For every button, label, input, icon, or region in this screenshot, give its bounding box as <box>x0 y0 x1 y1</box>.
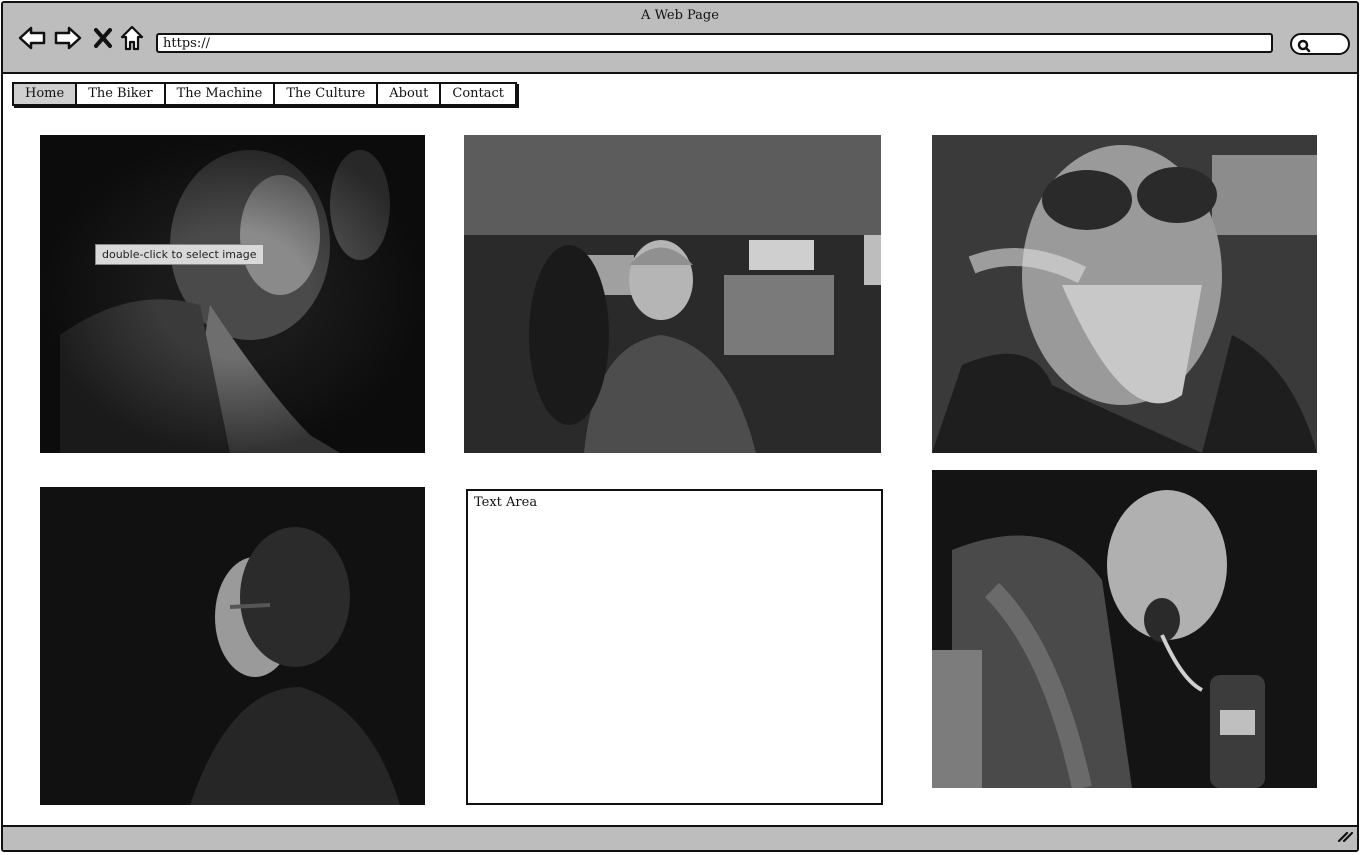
text-area[interactable]: Text Area <box>466 489 883 805</box>
browser-statusbar <box>3 825 1357 850</box>
forward-button[interactable] <box>53 23 83 53</box>
menu-item-the-culture[interactable]: The Culture <box>275 84 379 104</box>
back-arrow-icon <box>18 25 46 51</box>
stop-button[interactable] <box>88 23 118 53</box>
menu-item-home[interactable]: Home <box>14 84 78 104</box>
photo-man-sunglasses-smoking[interactable] <box>932 135 1317 453</box>
home-icon <box>120 25 144 51</box>
photo-man-glasses-profile[interactable] <box>40 487 425 805</box>
window-title: A Web Page <box>641 8 719 23</box>
photo-man-drinking-can[interactable] <box>932 470 1317 788</box>
navigation-menu: Home The Biker The Machine The Culture A… <box>12 82 518 106</box>
menu-item-the-biker[interactable]: The Biker <box>77 84 166 104</box>
browser-titlebar: A Web Page https:// <box>3 3 1357 74</box>
home-button[interactable] <box>117 23 147 53</box>
photo-bearded-man-profile[interactable] <box>40 135 425 453</box>
menu-item-the-machine[interactable]: The Machine <box>166 84 276 104</box>
menu-item-contact[interactable]: Contact <box>441 84 515 104</box>
close-icon <box>93 27 113 49</box>
text-area-label: Text Area <box>474 495 538 510</box>
address-bar[interactable]: https:// <box>156 33 1273 53</box>
menu-item-about[interactable]: About <box>378 84 442 104</box>
search-icon <box>1297 38 1311 57</box>
forward-arrow-icon <box>54 25 82 51</box>
back-button[interactable] <box>17 23 47 53</box>
search-input[interactable] <box>1290 33 1350 55</box>
photo-man-in-cap-workshop[interactable] <box>464 135 881 453</box>
select-image-tooltip: double-click to select image <box>95 244 264 265</box>
browser-window: A Web Page https:// Home The Biker The M… <box>1 1 1359 852</box>
resize-grip-icon[interactable] <box>1337 827 1354 846</box>
